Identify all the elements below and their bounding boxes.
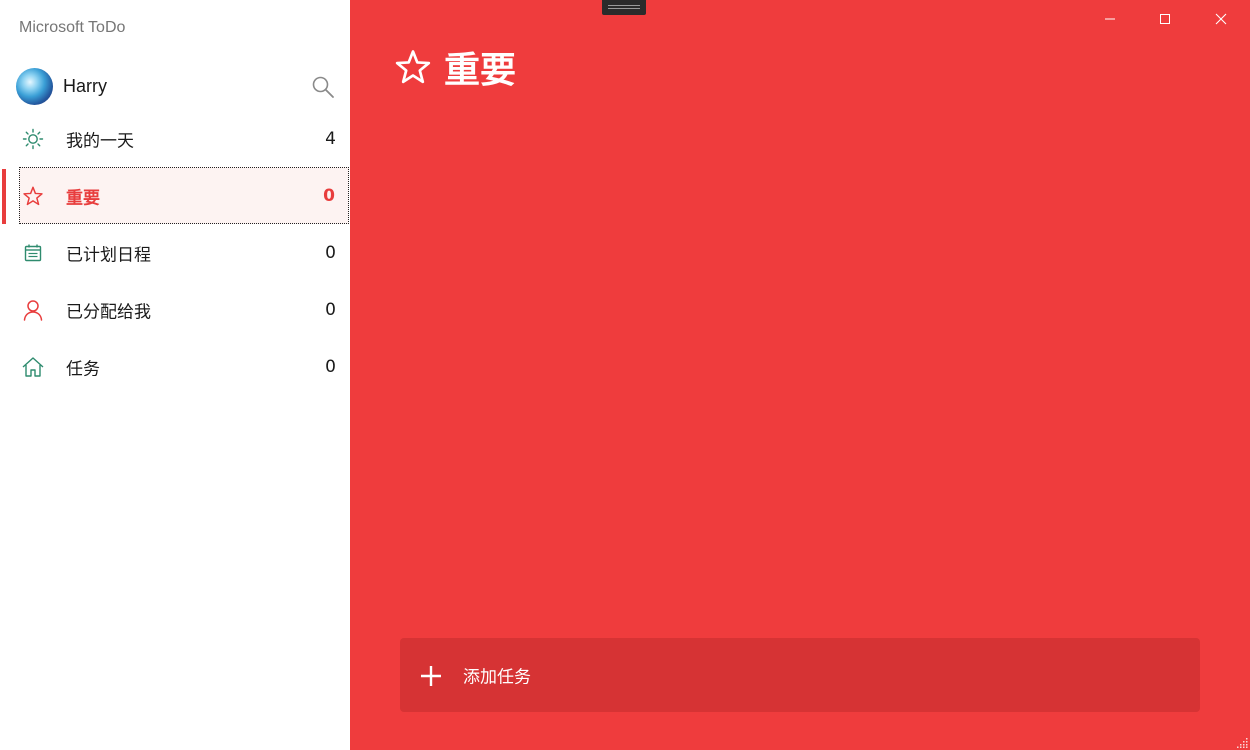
sidebar-item-label: 已分配给我 (66, 302, 151, 322)
user-name: Harry (63, 76, 107, 96)
minimize-icon (1105, 18, 1115, 20)
search-icon (312, 76, 334, 98)
minimize-button[interactable] (1087, 4, 1133, 34)
sidebar-item-label: 我的一天 (66, 131, 134, 151)
page-title: 重要 (444, 50, 517, 91)
sidebar-item-important[interactable]: 重要 0 (19, 167, 349, 224)
user-profile[interactable]: Harry (0, 64, 350, 110)
sun-icon (21, 127, 45, 151)
home-icon (21, 355, 45, 379)
sidebar: Microsoft ToDo Harry 我的一天 4 重要 0 已计划日程 0… (0, 0, 350, 750)
main-panel: 重要 添加任务 (350, 0, 1250, 750)
sidebar-item-count: 4 (325, 128, 336, 149)
search-button[interactable] (310, 74, 336, 100)
sidebar-item-assigned[interactable]: 已分配给我 0 (0, 281, 350, 338)
avatar[interactable] (16, 68, 53, 105)
add-task-label: 添加任务 (463, 667, 531, 688)
app-title: Microsoft ToDo (19, 19, 126, 36)
sidebar-item-count: 0 (325, 299, 336, 320)
plus-icon (421, 666, 441, 686)
sidebar-item-count: 0 (323, 185, 335, 206)
sidebar-item-label: 重要 (66, 188, 100, 208)
sidebar-item-planned[interactable]: 已计划日程 0 (0, 224, 350, 281)
list-header: 重要 (394, 44, 517, 91)
calendar-icon (21, 241, 45, 265)
resize-grip-icon[interactable] (1236, 736, 1248, 748)
sidebar-item-count: 0 (325, 356, 336, 377)
star-icon (395, 50, 431, 84)
star-icon (21, 184, 45, 208)
maximize-icon (1160, 14, 1170, 24)
close-icon (1215, 13, 1227, 25)
add-task-button[interactable]: 添加任务 (400, 638, 1200, 712)
sidebar-item-label: 任务 (66, 359, 100, 379)
sidebar-item-count: 0 (325, 242, 336, 263)
sidebar-item-label: 已计划日程 (66, 245, 151, 265)
sidebar-item-tasks[interactable]: 任务 0 (0, 338, 350, 395)
person-icon (21, 298, 45, 322)
close-button[interactable] (1198, 4, 1244, 34)
sidebar-nav: 我的一天 4 重要 0 已计划日程 0 已分配给我 0 任务 0 (0, 110, 350, 395)
sidebar-item-my-day[interactable]: 我的一天 4 (0, 110, 350, 167)
title-bar-grip[interactable] (602, 0, 646, 15)
maximize-button[interactable] (1142, 4, 1188, 34)
